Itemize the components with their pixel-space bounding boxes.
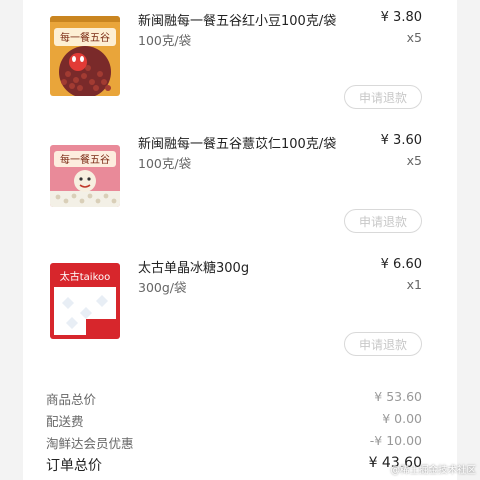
order-detail-page: 每一餐五谷 新闽融每一餐五谷红小豆100克/袋 100克/袋 ¥ 3.80 x5…	[0, 0, 480, 480]
order-item: 每一餐五谷 新闽融每一餐五谷薏苡仁100克/袋 100克/袋 ¥ 3.60 x5…	[23, 133, 457, 233]
item-price: ¥ 6.60	[380, 257, 422, 272]
item-price: ¥ 3.80	[380, 10, 422, 25]
goods-total-value: ¥ 53.60	[374, 389, 422, 404]
order-total-row: 订单总价 ¥ 43.60	[46, 455, 422, 475]
item-spec: 100克/袋	[138, 156, 192, 171]
refund-button[interactable]: 申请退款	[344, 332, 422, 356]
item-quantity: x1	[406, 277, 422, 292]
item-quantity: x5	[406, 153, 422, 168]
order-item: 每一餐五谷 新闽融每一餐五谷红小豆100克/袋 100克/袋 ¥ 3.80 x5…	[23, 10, 457, 110]
delivery-fee-row: 配送费 ¥ 0.00	[46, 411, 422, 429]
watermark-text: @稀土掘金技术社区	[390, 465, 476, 476]
member-discount-value: -¥ 10.00	[369, 433, 422, 448]
item-spec: 100克/袋	[138, 33, 192, 48]
item-price: ¥ 3.60	[380, 133, 422, 148]
member-discount-label: 淘鲜达会员优惠	[46, 436, 134, 451]
goods-total-label: 商品总价	[46, 392, 97, 407]
order-total-label: 订单总价	[46, 458, 102, 474]
order-card: 每一餐五谷 新闽融每一餐五谷红小豆100克/袋 100克/袋 ¥ 3.80 x5…	[23, 0, 457, 480]
item-name[interactable]: 新闽融每一餐五谷薏苡仁100克/袋	[138, 133, 336, 152]
refund-button[interactable]: 申请退款	[344, 209, 422, 233]
package-label: 每一餐五谷	[60, 31, 110, 44]
item-spec: 300g/袋	[138, 280, 187, 295]
barley-package-icon[interactable]: 每一餐五谷	[50, 145, 120, 207]
member-discount-row: 淘鲜达会员优惠 -¥ 10.00	[46, 433, 422, 451]
red-bean-package-icon[interactable]: 每一餐五谷	[50, 16, 120, 96]
item-quantity: x5	[406, 30, 422, 45]
order-item: 太古taikoo 太古单晶冰糖300g 300g/袋 ¥ 6.60 x1 申请退…	[23, 257, 457, 357]
item-name[interactable]: 新闽融每一餐五谷红小豆100克/袋	[138, 10, 336, 29]
rock-sugar-package-icon[interactable]: 太古taikoo	[50, 263, 120, 339]
delivery-fee-label: 配送费	[46, 414, 84, 429]
delivery-fee-value: ¥ 0.00	[382, 411, 422, 426]
refund-button[interactable]: 申请退款	[344, 85, 422, 109]
package-label: 太古taikoo	[60, 270, 111, 283]
goods-total-row: 商品总价 ¥ 53.60	[46, 389, 422, 407]
item-name[interactable]: 太古单晶冰糖300g	[138, 257, 249, 276]
package-label: 每一餐五谷	[60, 153, 110, 166]
